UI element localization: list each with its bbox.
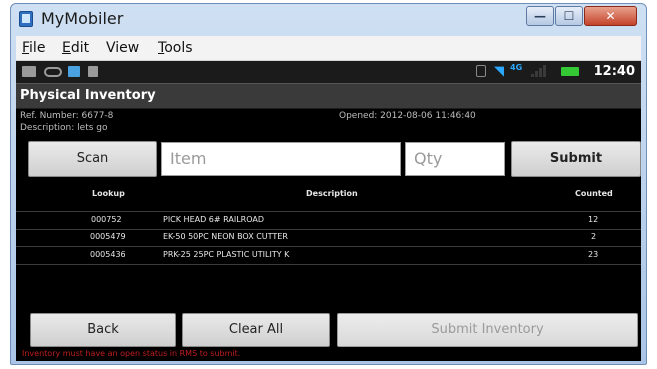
menu-view[interactable]: View (106, 40, 139, 56)
vibrate-icon (476, 65, 486, 77)
submit-inventory-button[interactable]: Submit Inventory (337, 313, 638, 347)
table-row[interactable]: 0005479 EK-50 50PC NEON BOX CUTTER 2 (16, 229, 641, 247)
clear-all-button[interactable]: Clear All (182, 313, 330, 347)
menu-file[interactable]: File (22, 40, 45, 56)
usb-icon (88, 66, 98, 77)
submit-button[interactable]: Submit (511, 141, 641, 177)
column-header-description: Description (306, 189, 358, 198)
window-titlebar[interactable]: MyMobiler — ☐ ✕ (11, 4, 646, 34)
row-counted: 23 (588, 250, 599, 259)
row-counted: 12 (588, 215, 599, 224)
menu-file-label: ile (29, 40, 46, 56)
row-lookup: 0005479 (90, 232, 126, 241)
minimize-button[interactable]: — (526, 6, 554, 26)
row-description: PRK-25 25PC PLASTIC UTILITY K (163, 250, 290, 259)
column-header-lookup: Lookup (92, 189, 125, 198)
app-window: MyMobiler — ☐ ✕ File Edit View Tools ◥ 4… (10, 3, 647, 365)
opened-timestamp: Opened: 2012-08-06 11:46:40 (339, 111, 476, 121)
status-warning: Inventory must have an open status in RM… (22, 349, 241, 358)
maximize-icon: ☐ (563, 9, 575, 23)
description-text: Description: lets go (20, 123, 108, 133)
menu-edit-accel: E (62, 40, 71, 56)
row-description: PICK HEAD 6# RAILROAD (163, 215, 265, 224)
item-input[interactable]: Item (161, 142, 401, 176)
menu-edit[interactable]: Edit (62, 40, 89, 56)
keyboard-icon (22, 66, 36, 77)
network-icon: 4G (510, 63, 523, 72)
window-title: MyMobiler (41, 9, 124, 28)
back-button[interactable]: Back (30, 313, 176, 347)
scan-button[interactable]: Scan (28, 141, 157, 177)
app-header: Physical Inventory (16, 83, 641, 109)
menu-file-accel: F (22, 40, 30, 56)
device-screen: ◥ 4G 12:40 Physical Inventory Ref. Numbe… (16, 61, 641, 361)
row-lookup: 000752 (91, 215, 122, 224)
wifi-icon: ◥ (494, 64, 504, 79)
battery-icon (561, 67, 579, 76)
voicemail-icon (44, 67, 62, 77)
qty-input[interactable]: Qty (405, 142, 505, 176)
minimize-icon: — (534, 9, 546, 23)
table-row[interactable]: 000752 PICK HEAD 6# RAILROAD 12 (16, 211, 641, 230)
ref-number: Ref. Number: 6677-8 (20, 111, 114, 121)
android-status-bar: ◥ 4G 12:40 (16, 61, 641, 83)
row-lookup: 0005436 (90, 250, 126, 259)
menu-bar: File Edit View Tools (16, 36, 641, 61)
table-row[interactable]: 0005436 PRK-25 25PC PLASTIC UTILITY K 23 (16, 247, 641, 265)
signal-icon (531, 65, 546, 77)
menu-tools[interactable]: Tools (158, 40, 193, 56)
row-counted: 2 (591, 232, 597, 241)
app-icon (68, 66, 80, 77)
row-description: EK-50 50PC NEON BOX CUTTER (163, 232, 288, 241)
menu-tools-label: ools (164, 40, 193, 56)
page-title: Physical Inventory (20, 88, 156, 103)
column-header-counted: Counted (575, 189, 613, 198)
status-clock: 12:40 (593, 64, 635, 79)
maximize-button[interactable]: ☐ (555, 6, 583, 26)
mymobiler-app-icon (19, 11, 33, 27)
close-button[interactable]: ✕ (584, 6, 637, 26)
close-icon: ✕ (605, 9, 616, 23)
menu-edit-label: dit (70, 40, 90, 56)
